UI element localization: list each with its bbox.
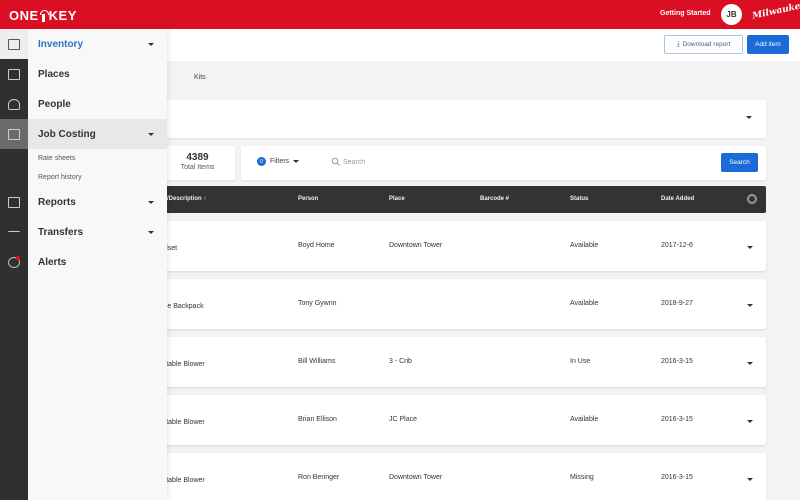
filters-label: Filters xyxy=(270,158,290,165)
tab-kits[interactable]: Kits xyxy=(194,74,206,81)
menu-item-label: Transfers xyxy=(38,226,84,238)
cell-date: 2016-3-15 xyxy=(661,416,693,423)
chevron-down-icon xyxy=(746,116,752,119)
chevron-down-icon xyxy=(148,133,154,136)
transfer-icon xyxy=(8,230,20,234)
search-button[interactable]: Search xyxy=(721,153,758,172)
expand-row-icon[interactable] xyxy=(747,362,753,365)
map-icon xyxy=(8,68,20,80)
cell-person: Boyd Home xyxy=(298,242,335,249)
total-items-card: 4389 Total Items xyxy=(160,146,235,180)
cell-place: JC Place xyxy=(389,416,418,423)
cell-status: Available xyxy=(570,242,599,249)
menu-item-label: Places xyxy=(38,68,70,80)
menu-item-label: Inventory xyxy=(38,38,84,50)
menu-item-people[interactable]: People xyxy=(28,89,167,119)
rail-item-job-costing[interactable] xyxy=(0,119,28,149)
submenu-item-rate-sheets[interactable]: Rate sheets xyxy=(38,155,75,162)
cell-person: Brian Ellison xyxy=(298,416,337,423)
rail-item-people[interactable] xyxy=(0,89,28,119)
menu-item-inventory[interactable]: Inventory xyxy=(28,29,167,59)
cell-date: 2016-3-15 xyxy=(661,474,693,481)
cell-date: 2018-9-27 xyxy=(661,300,693,307)
menu-item-reports[interactable]: Reports xyxy=(28,187,167,217)
table-row[interactable]: kee Backpack Tony Gywnn Available 2018-9… xyxy=(160,279,766,329)
cell-status: In Use xyxy=(570,358,591,365)
chevron-down-icon xyxy=(148,43,154,46)
chevron-down-icon xyxy=(293,160,300,163)
cell-place: Downtown Tower xyxy=(389,474,443,481)
one-key-logo[interactable]: ONE KEY xyxy=(9,8,77,23)
milwaukee-logo: Milwaukee xyxy=(751,0,800,22)
column-header-place[interactable]: Place xyxy=(389,196,405,202)
rail-item-reports[interactable] xyxy=(0,187,28,217)
cell-person: Tony Gywnn xyxy=(298,300,337,307)
menu-item-label: Job Costing xyxy=(38,128,96,140)
cell-place: 3 - Crib xyxy=(389,358,412,365)
cell-date: 2016-3-15 xyxy=(661,358,693,365)
table-row[interactable]: adset Boyd Home Downtown Tower Available… xyxy=(160,221,766,271)
view-select-dropdown[interactable] xyxy=(160,100,766,138)
add-item-button[interactable]: Add item xyxy=(747,35,789,54)
search-input[interactable] xyxy=(343,155,703,169)
cell-place: Downtown Tower xyxy=(389,242,443,249)
getting-started-link[interactable]: Getting Started xyxy=(660,10,711,17)
top-bar: ONE KEY Getting Started JB Milwaukee xyxy=(0,0,800,29)
cell-status: Available xyxy=(570,416,599,423)
menu-item-label: Alerts xyxy=(38,256,67,268)
filter-count-badge: 0 xyxy=(257,157,266,166)
icon-rail xyxy=(0,29,28,500)
logo-text-left: ONE xyxy=(9,8,39,23)
expand-row-icon[interactable] xyxy=(747,304,753,307)
filters-button[interactable]: 0 Filters xyxy=(257,157,300,166)
table-row[interactable]: ortable Blower Bill Williams 3 - Crib In… xyxy=(160,337,766,387)
toolbox-icon xyxy=(8,38,20,50)
document-icon xyxy=(8,128,20,140)
expand-row-icon[interactable] xyxy=(747,478,753,481)
column-header-barcode[interactable]: Barcode # xyxy=(480,196,509,202)
menu-item-transfers[interactable]: Transfers xyxy=(28,217,167,247)
chevron-down-icon xyxy=(148,201,154,204)
menu-item-label: People xyxy=(38,98,71,110)
alert-badge-dot xyxy=(16,256,20,260)
gear-icon[interactable] xyxy=(747,194,757,204)
total-items-count: 4389 xyxy=(186,152,209,163)
download-icon: ⤓ xyxy=(676,40,680,48)
menu-item-label: Reports xyxy=(38,196,76,208)
column-header-date-added[interactable]: Date Added xyxy=(661,196,694,202)
expand-row-icon[interactable] xyxy=(747,420,753,423)
download-report-label: Download report xyxy=(682,41,731,48)
cell-status: Available xyxy=(570,300,599,307)
menu-item-alerts[interactable]: Alerts xyxy=(28,247,167,277)
chevron-down-icon xyxy=(148,231,154,234)
menu-item-places[interactable]: Places xyxy=(28,59,167,89)
search-icon xyxy=(331,157,340,166)
logo-text-right: KEY xyxy=(48,8,77,23)
total-items-label: Total Items xyxy=(180,164,215,171)
column-header-person[interactable]: Person xyxy=(298,196,318,202)
menu-item-job-costing[interactable]: Job Costing xyxy=(28,119,167,149)
rail-item-inventory[interactable] xyxy=(0,29,28,59)
rail-item-places[interactable] xyxy=(0,59,28,89)
search-bar: 0 Filters Search xyxy=(241,146,766,180)
submenu-item-report-history[interactable]: Report history xyxy=(38,174,82,181)
download-report-button[interactable]: ⤓ Download report xyxy=(664,35,743,54)
person-icon xyxy=(8,98,20,110)
report-icon xyxy=(8,196,20,208)
column-header-description[interactable]: /Description ↑ xyxy=(167,196,206,202)
column-header-status[interactable]: Status xyxy=(570,196,588,202)
table-row[interactable]: ortable Blower Ron Beringer Downtown Tow… xyxy=(160,453,766,500)
expand-row-icon[interactable] xyxy=(747,246,753,249)
rail-item-alerts[interactable] xyxy=(0,247,28,277)
user-avatar[interactable]: JB xyxy=(721,4,742,25)
signal-key-icon xyxy=(39,9,49,22)
cell-date: 2017-12-6 xyxy=(661,242,693,249)
navigation-menu: Inventory Places People Job Costing Rate… xyxy=(28,29,167,500)
cell-person: Ron Beringer xyxy=(298,474,340,481)
cell-person: Bill Williams xyxy=(298,358,336,365)
table-row[interactable]: ortable Blower Brian Ellison JC Place Av… xyxy=(160,395,766,445)
table-header: /Description ↑ Person Place Barcode # St… xyxy=(160,186,766,213)
cell-status: Missing xyxy=(570,474,594,481)
rail-item-transfers[interactable] xyxy=(0,217,28,247)
